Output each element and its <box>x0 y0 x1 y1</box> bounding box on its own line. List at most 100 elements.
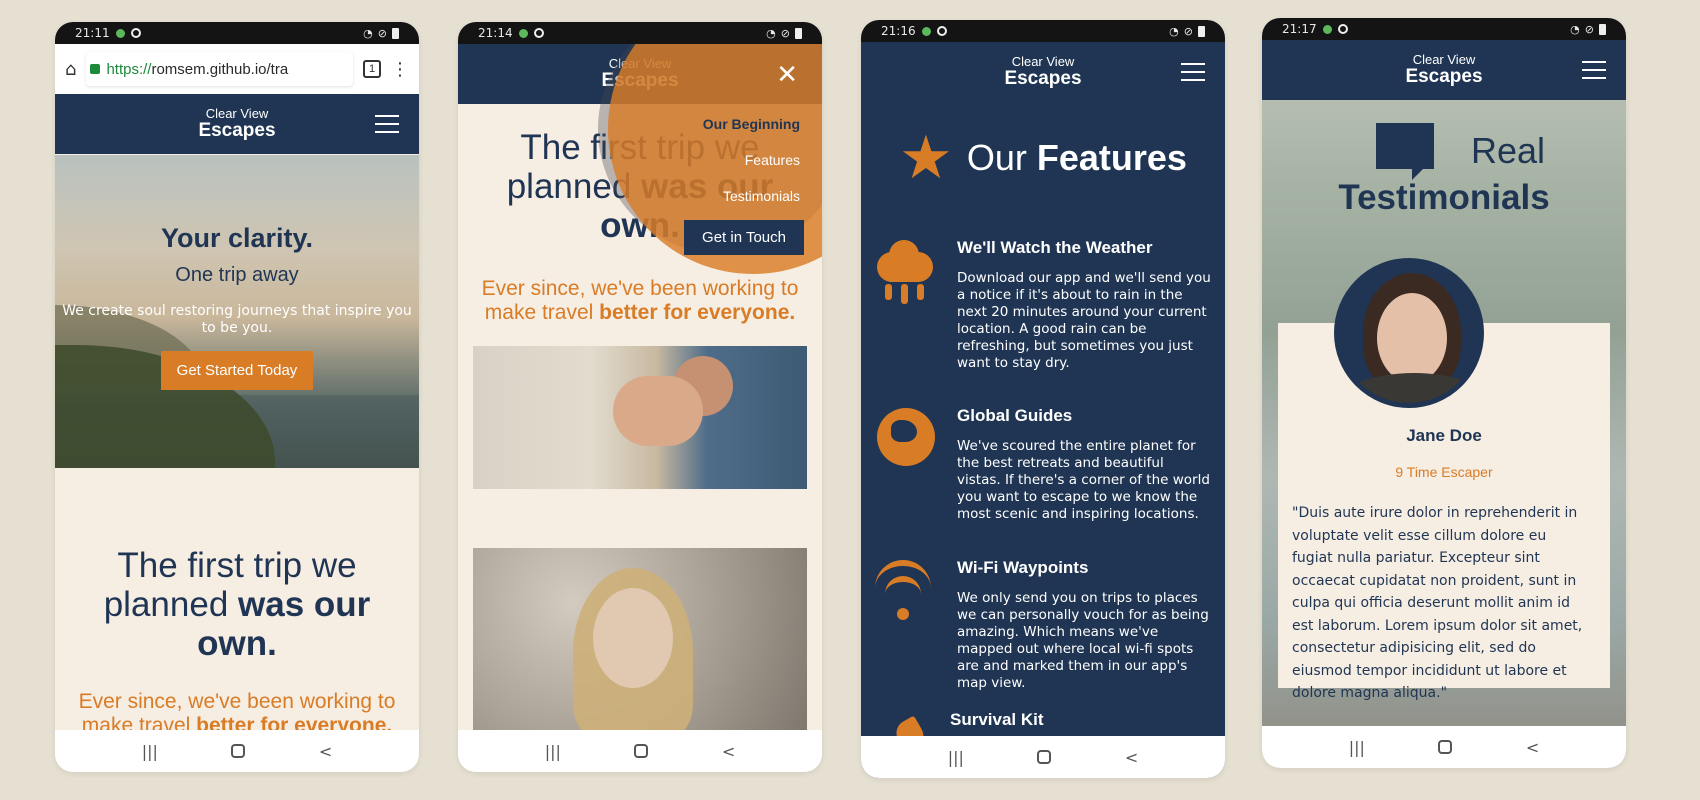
logo-line-2: Escapes <box>1405 65 1483 87</box>
tab-switcher-button[interactable]: 1 <box>363 60 381 78</box>
woman-portrait-image <box>473 548 807 730</box>
wifi-status-icon: ◔ <box>1570 22 1580 36</box>
recents-button[interactable]: ||| <box>948 748 964 767</box>
url-scheme: https:// <box>106 60 152 78</box>
feature-text: Download our app and we'll send you a no… <box>957 270 1211 371</box>
menu-item-our-beginning[interactable]: Our Beginning <box>703 116 800 132</box>
android-icon <box>1322 24 1332 34</box>
testimonial-quote: "Duis aute irure dolor in reprehenderit … <box>1292 505 1583 701</box>
android-nav-bar: ||| < <box>1262 726 1626 768</box>
android-nav-bar: ||| < <box>861 736 1225 778</box>
site-logo[interactable]: Clear View Escapes <box>198 107 275 141</box>
status-bar: 21:16 ◔ ⊘ <box>861 20 1225 42</box>
globe-icon <box>875 408 935 468</box>
home-button[interactable] <box>1438 740 1453 754</box>
hero-subtitle: One trip away <box>175 264 299 286</box>
avatar <box>1334 258 1484 408</box>
battery-icon <box>1198 25 1205 37</box>
section-subtitle: Ever since, we've been working to make t… <box>468 277 812 325</box>
back-button[interactable]: < <box>1526 738 1539 757</box>
feature-title: Survival Kit <box>950 710 1044 729</box>
android-nav-bar: ||| < <box>55 730 419 772</box>
dnd-icon: ⊘ <box>1183 24 1193 38</box>
close-icon[interactable]: ✕ <box>776 60 798 90</box>
back-button[interactable]: < <box>1125 748 1138 767</box>
status-time: 21:14 <box>478 26 513 40</box>
get-in-touch-button[interactable]: Get in Touch <box>684 220 804 255</box>
recents-button[interactable]: ||| <box>545 742 561 761</box>
hamburger-menu-icon[interactable] <box>375 115 399 133</box>
home-icon[interactable]: ⌂ <box>65 59 76 80</box>
section-title: The first trip we planned was our own. <box>95 546 379 663</box>
sync-icon <box>936 26 947 36</box>
sync-icon <box>130 28 141 38</box>
phone-testimonials: 21:17 ◔ ⊘ Clear View Escapes Real Testimon… <box>1262 18 1626 768</box>
logo-line-1: Clear View <box>205 106 269 122</box>
recents-button[interactable]: ||| <box>1349 738 1365 757</box>
testimonial-name: Jane Doe <box>1406 426 1482 445</box>
home-button[interactable] <box>231 744 246 758</box>
battery-icon <box>392 27 399 39</box>
features-title-plain: Our <box>966 137 1037 178</box>
wifi-icon <box>875 560 935 620</box>
rain-cloud-icon <box>875 240 935 304</box>
status-bar: 21:17 ◔ ⊘ <box>1262 18 1626 40</box>
section-subtitle-bold: better for everyone. <box>599 301 796 324</box>
status-bar: 21:11 ◔ ⊘ <box>55 22 419 44</box>
logo-line-1: Clear View <box>608 56 672 72</box>
feature-title: Wi-Fi Waypoints <box>957 558 1089 577</box>
menu-item-features[interactable]: Features <box>703 152 800 168</box>
more-menu-icon[interactable]: ⋮ <box>391 59 409 80</box>
dnd-icon: ⊘ <box>780 26 790 40</box>
site-header: Clear View Escapes <box>1262 40 1626 100</box>
status-time: 21:16 <box>881 24 916 38</box>
wifi-status-icon: ◔ <box>363 26 373 40</box>
get-started-button[interactable]: Get Started Today <box>160 351 314 390</box>
home-button[interactable] <box>634 744 649 758</box>
home-button[interactable] <box>1037 750 1052 764</box>
hamburger-menu-icon[interactable] <box>1582 61 1606 79</box>
logo-line-2: Escapes <box>601 69 679 91</box>
android-icon <box>518 28 528 38</box>
wifi-status-icon: ◔ <box>766 26 776 40</box>
status-time: 21:11 <box>75 26 110 40</box>
phone-features: 21:16 ◔ ⊘ Clear View Escapes ★ Our Feature… <box>861 20 1225 778</box>
site-logo[interactable]: Clear View Escapes <box>601 57 678 91</box>
status-bar: 21:14 ◔ ⊘ <box>458 22 822 44</box>
logo-line-2: Escapes <box>1004 67 1082 89</box>
testimonials-title-line-2: Testimonials <box>1338 178 1550 217</box>
menu-item-testimonials[interactable]: Testimonials <box>703 188 800 204</box>
feature-title: Global Guides <box>957 406 1073 425</box>
battery-icon <box>1599 23 1606 35</box>
couple-holding-hands-image <box>473 346 807 489</box>
testimonials-title-line-1: Real <box>1471 130 1546 171</box>
testimonial-role: 9 Time Escaper <box>1395 464 1493 480</box>
back-button[interactable]: < <box>722 742 735 761</box>
back-button[interactable]: < <box>319 742 332 761</box>
recents-button[interactable]: ||| <box>142 742 158 761</box>
feature-text: We've scoured the entire planet for the … <box>957 438 1210 522</box>
hamburger-menu-icon[interactable] <box>1181 63 1205 81</box>
feature-title: We'll Watch the Weather <box>957 238 1153 257</box>
dnd-icon: ⊘ <box>377 26 387 40</box>
site-header: Clear View Escapes <box>55 94 419 154</box>
hero-section: Your clarity. One trip away We create so… <box>55 155 419 468</box>
phone-menu-open: 21:14 ◔ ⊘ Clear View Escapes The first tri… <box>458 22 822 772</box>
site-logo[interactable]: Clear View Escapes <box>1405 53 1482 87</box>
features-heading: ★ Our Features <box>861 128 1225 188</box>
logo-line-1: Clear View <box>1011 54 1075 70</box>
wifi-status-icon: ◔ <box>1169 24 1179 38</box>
url-field[interactable]: https://romsem.github.io/tra <box>86 52 353 86</box>
battery-icon <box>795 27 802 39</box>
site-header: Clear View Escapes <box>861 42 1225 102</box>
feature-text: We only send you on trips to places we c… <box>957 590 1209 691</box>
site-logo[interactable]: Clear View Escapes <box>1004 55 1081 89</box>
speech-bubble-icon <box>1376 123 1434 169</box>
android-icon <box>115 28 125 38</box>
star-icon: ★ <box>899 124 953 191</box>
lock-icon <box>90 64 101 74</box>
browser-toolbar: ⌂ https://romsem.github.io/tra 1 ⋮ <box>55 44 419 94</box>
phone-home-screen: 21:11 ◔ ⊘ ⌂ https://romsem.github.io/tra … <box>55 22 419 772</box>
hero-description: We create soul restoring journeys that i… <box>62 303 412 336</box>
site-header: Clear View Escapes <box>458 44 822 104</box>
